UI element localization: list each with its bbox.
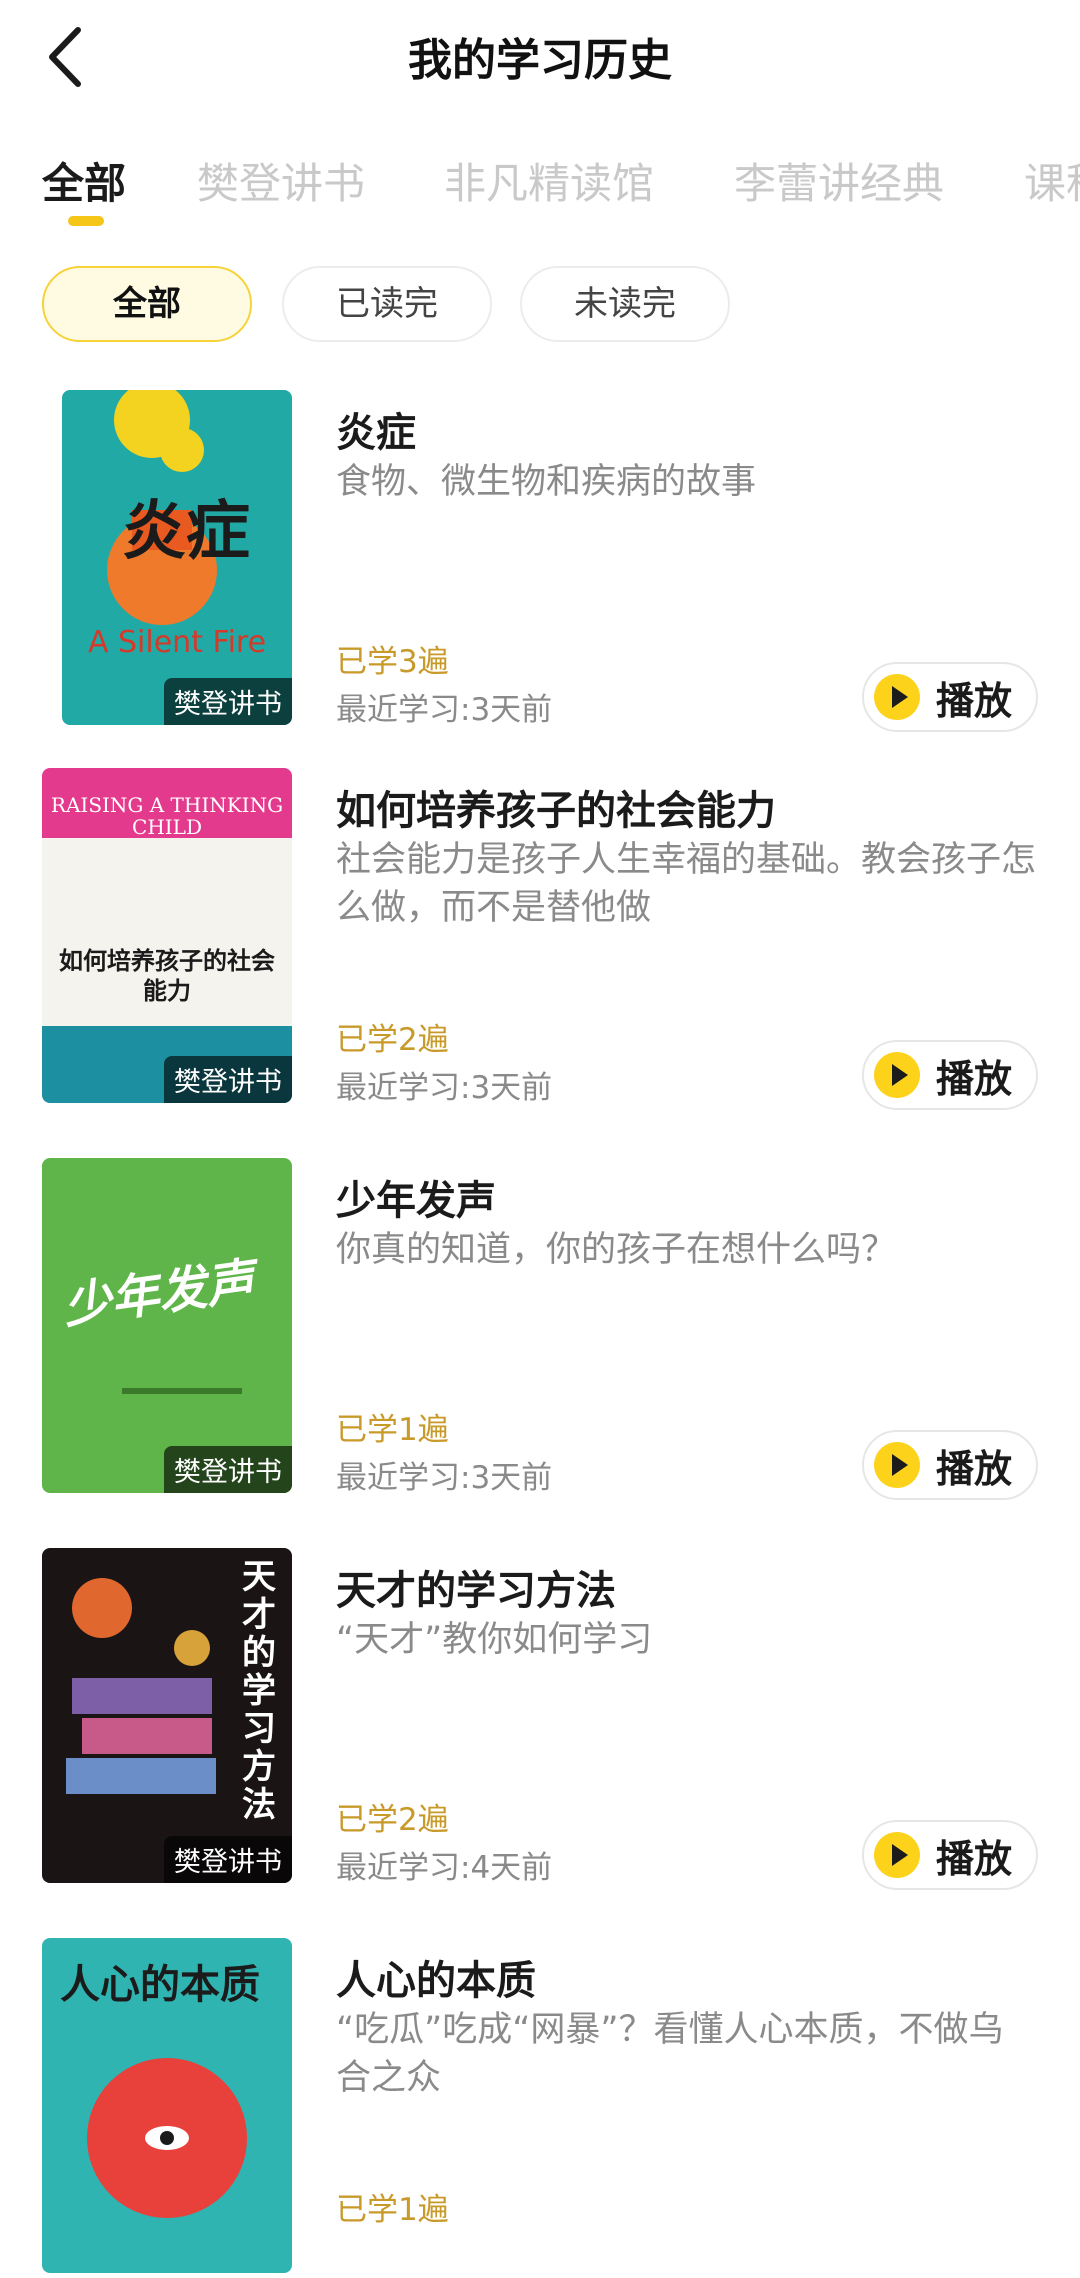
book-cover[interactable]: 少年发声 樊登讲书 [42,1158,292,1493]
last-studied: 最近学习:3天前 [336,1070,553,1106]
play-button[interactable]: 播放 [862,1820,1038,1890]
last-studied: 最近学习:4天前 [336,1850,553,1886]
book-description: 社会能力是孩子人生幸福的基础。教会孩子怎么做，而不是替他做 [336,840,1037,928]
play-label: 播放 [936,1447,1013,1491]
book-description: “吃瓜”吃成“网暴”？看懂人心本质，不做乌合之众 [336,2010,1004,2098]
cover-title: 炎症 [122,494,250,569]
cover-title: 天才的学习方法 [242,1557,276,1825]
book-title[interactable]: 炎症 [336,400,416,458]
book-description: “天才”教你如何学习 [336,1620,653,1660]
play-triangle-icon [892,1454,908,1476]
book-description: 食物、微生物和疾病的故事 [336,462,757,502]
cover-art [87,2058,247,2218]
list-item[interactable]: 天才的学习方法 樊登讲书 天才的学习方法 “天才”教你如何学习 已学2遍 最近学… [0,1548,1080,1890]
play-triangle-icon [892,686,908,708]
book-description: 你真的知道，你的孩子在想什么吗？ [336,1230,897,1270]
cover-decoration [122,1388,242,1394]
list-item[interactable]: 炎症 A Silent Fire 樊登讲书 炎症 食物、微生物和疾病的故事 已学… [0,390,1080,732]
list-item[interactable]: 少年发声 樊登讲书 少年发声 你真的知道，你的孩子在想什么吗？ 已学1遍 最近学… [0,1158,1080,1500]
book-cover[interactable]: 天才的学习方法 樊登讲书 [42,1548,292,1883]
book-title[interactable]: 如何培养孩子的社会能力 [336,778,776,836]
filter-finished[interactable]: 已读完 [282,266,492,342]
list-item[interactable]: RAISING A THINKING CHILD 如何培养孩子的社会能力 樊登讲… [0,768,1080,1110]
play-button[interactable]: 播放 [862,1040,1038,1110]
filter-all[interactable]: 全部 [42,266,252,342]
tab-active-indicator [68,216,104,226]
cover-title: 少年发声 [59,1252,258,1336]
play-label: 播放 [936,1057,1013,1101]
book-cover[interactable]: 人心的本质 [42,1938,292,2273]
study-count: 已学3遍 [336,644,449,680]
tab-all[interactable]: 全部 [42,150,126,211]
last-studied: 最近学习:3天前 [336,692,553,728]
source-badge: 樊登讲书 [164,1056,292,1103]
top-bar: 我的学习历史 [0,0,1080,110]
filter-unfinished[interactable]: 未读完 [520,266,730,342]
source-badge: 樊登讲书 [164,678,292,725]
book-title[interactable]: 少年发声 [336,1168,496,1226]
study-count: 已学1遍 [336,2192,449,2228]
study-count: 已学2遍 [336,1802,449,1838]
book-cover[interactable]: RAISING A THINKING CHILD 如何培养孩子的社会能力 樊登讲… [42,768,292,1103]
tab-course[interactable]: 课程 [1024,150,1080,211]
tab-lilei[interactable]: 李蕾讲经典 [734,150,944,211]
last-studied: 最近学习:3天前 [336,1460,553,1496]
source-badge: 樊登讲书 [164,1836,292,1883]
book-cover[interactable]: 炎症 A Silent Fire 樊登讲书 [62,390,292,725]
tab-fandeng[interactable]: 樊登讲书 [197,150,365,211]
cover-subtitle: RAISING A THINKING CHILD [50,793,284,839]
filter-chips: 全部 已读完 未读完 [0,266,1080,342]
play-label: 播放 [936,679,1013,723]
play-triangle-icon [892,1844,908,1866]
category-tabs: 全部 樊登讲书 非凡精读馆 李蕾讲经典 课程 [0,140,1080,230]
play-label: 播放 [936,1837,1013,1881]
cover-subtitle: A Silent Fire [87,625,267,660]
tab-feifan[interactable]: 非凡精读馆 [444,150,654,211]
book-title[interactable]: 人心的本质 [336,1948,536,2006]
cover-title: 如何培养孩子的社会能力 [59,947,275,1005]
play-button[interactable]: 播放 [862,662,1038,732]
source-badge: 樊登讲书 [164,1446,292,1493]
book-title[interactable]: 天才的学习方法 [336,1558,616,1616]
list-item[interactable]: 人心的本质 人心的本质 “吃瓜”吃成“网暴”？看懂人心本质，不做乌合之众 已学1… [0,1938,1080,2278]
study-count: 已学1遍 [336,1412,449,1448]
play-triangle-icon [892,1064,908,1086]
page-title: 我的学习历史 [408,35,672,86]
play-button[interactable]: 播放 [862,1430,1038,1500]
study-count: 已学2遍 [336,1022,449,1058]
